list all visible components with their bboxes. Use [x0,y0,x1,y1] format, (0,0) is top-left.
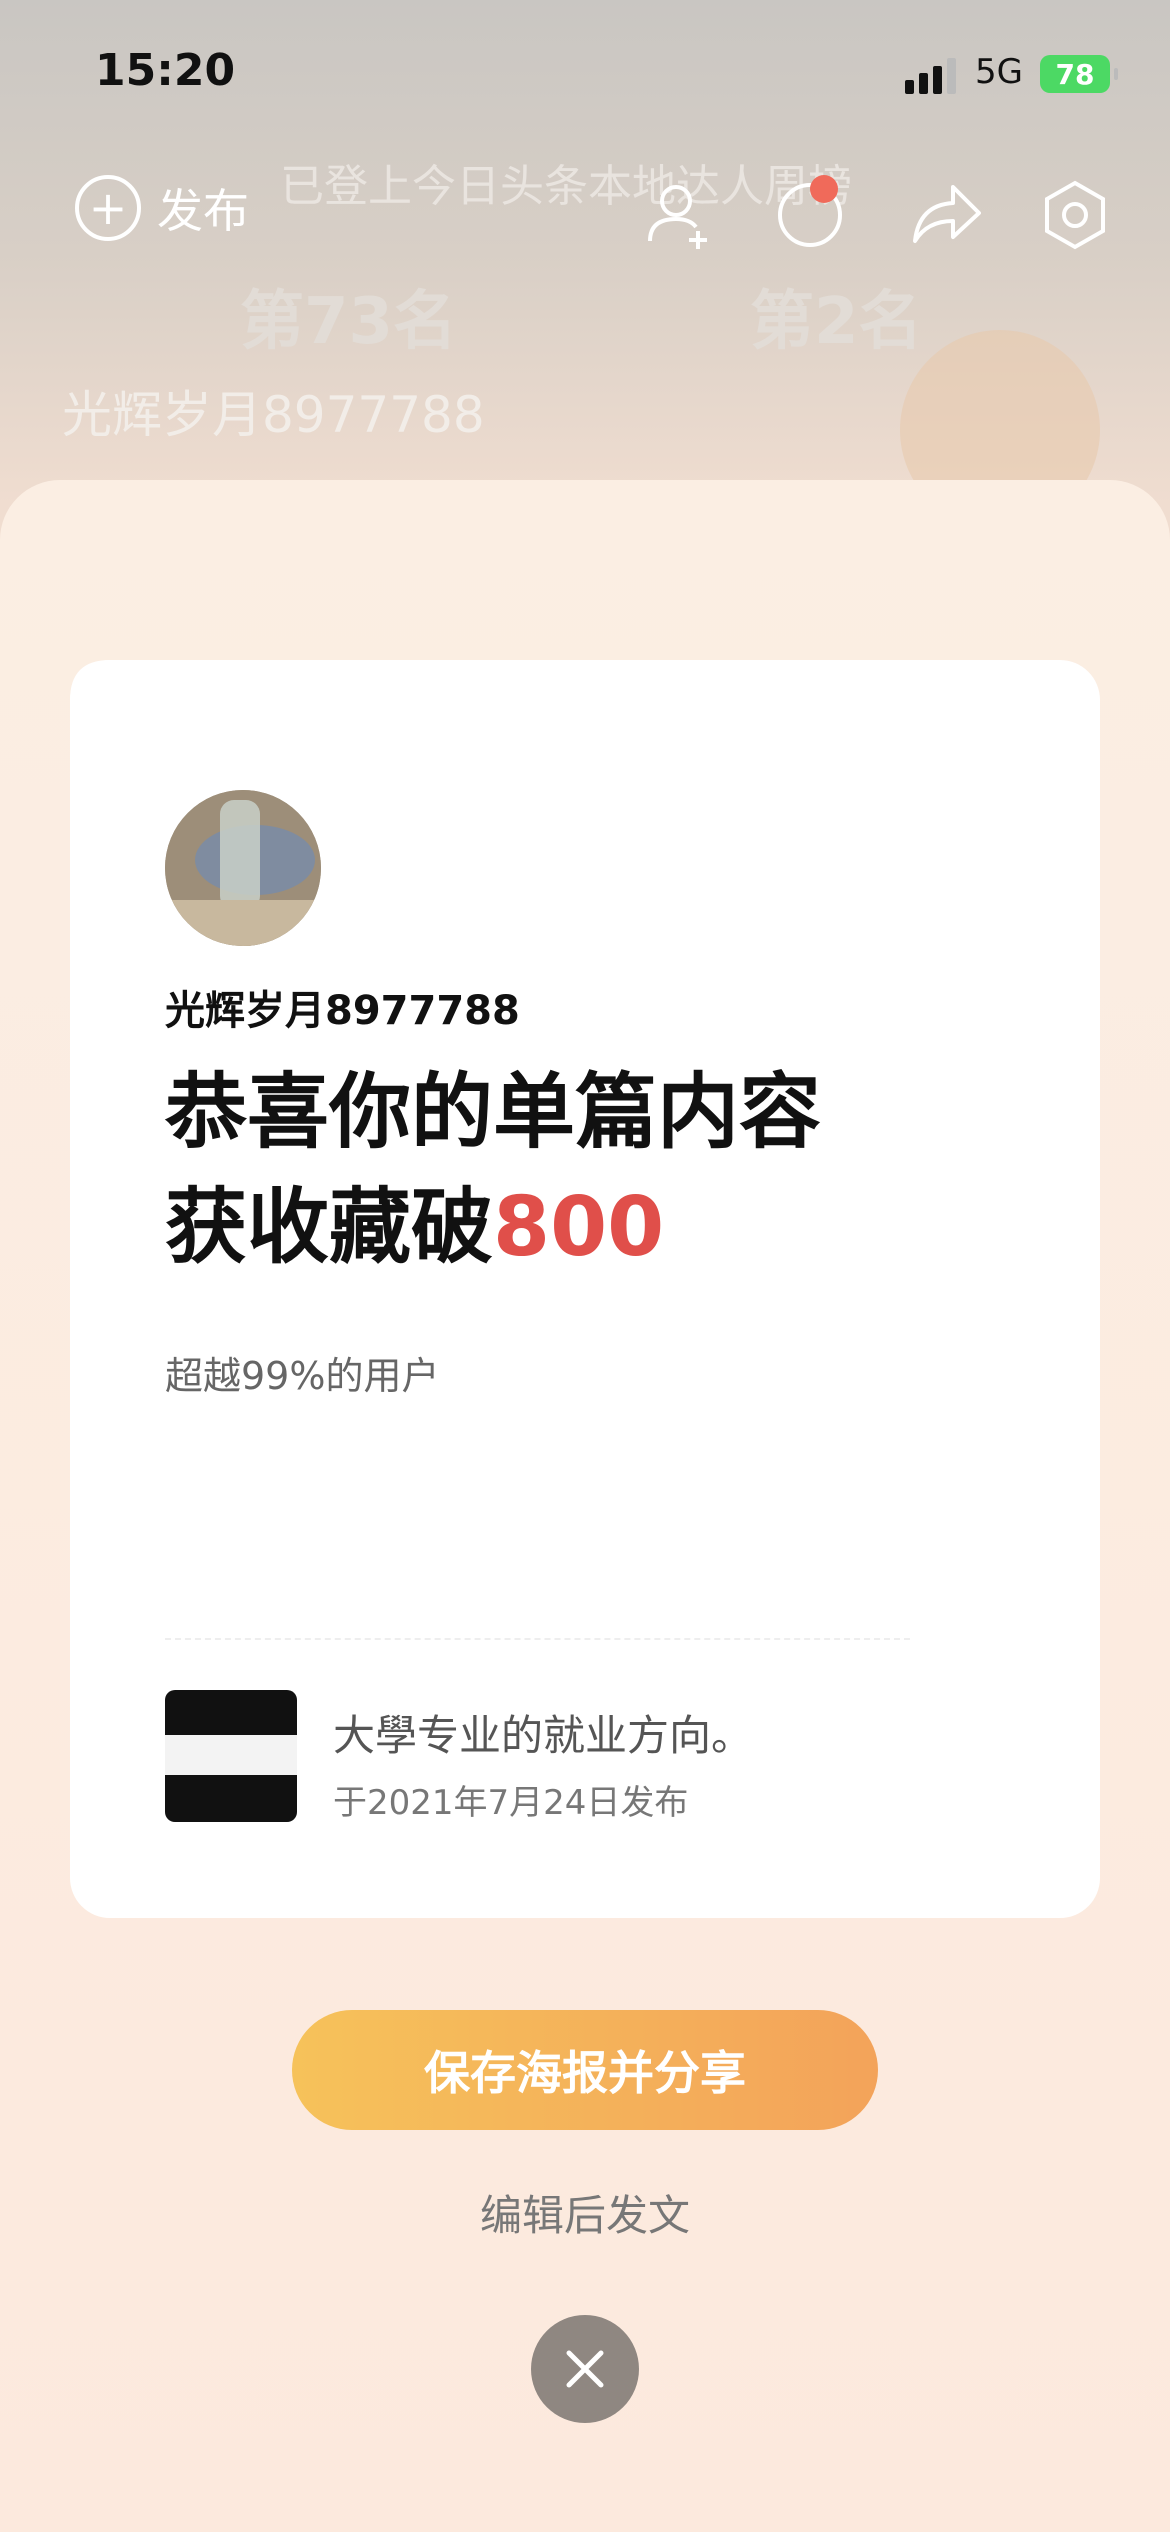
rank-right: 第2名 [750,285,923,359]
profile-username: 光辉岁月8977788 [62,386,485,444]
close-icon [566,2350,604,2388]
headline-line1: 恭喜你的单篇内容 [165,1065,822,1160]
headline-highlight: 800 [493,1180,665,1275]
headline-prefix: 获收藏破 [165,1180,494,1275]
avatar [165,790,321,946]
edit-post-link[interactable]: 编辑后发文 [0,2182,1170,2243]
article-thumbnail[interactable] [165,1690,297,1822]
card-folder-tab [70,660,550,720]
thumbnail-content [165,1735,297,1775]
publish-label: 发布 [157,184,249,238]
rank-left: 第73名 [240,285,458,359]
plus-icon: + [75,175,141,241]
avatar-photo [165,790,321,946]
beat-percentage: 超越99%的用户 [165,1354,440,1398]
publish-button[interactable]: + 发布 [75,175,249,241]
save-share-button[interactable]: 保存海报并分享 [292,2010,878,2130]
close-button[interactable] [531,2315,639,2423]
add-friend-icon[interactable] [640,175,720,255]
card-username: 光辉岁月8977788 [165,988,520,1034]
battery-level: 78 [1055,57,1095,91]
network-label: 5G [975,52,1023,92]
status-time: 15:20 [95,45,236,96]
battery-icon: 78 [1040,55,1118,93]
article-title[interactable]: 大學专业的就业方向。 [333,1702,753,1763]
share-icon[interactable] [905,175,985,255]
signal-icon [905,58,956,94]
visitor-icon[interactable] [770,175,850,255]
headline-line2: 获收藏破800 [165,1160,664,1279]
article-date: 于2021年7月24日发布 [333,1783,689,1823]
settings-icon[interactable] [1035,175,1115,255]
rank-banner: 已登上今日头条本地达人周榜 [280,161,852,212]
status-bar: 15:20 5G 78 [0,0,1170,140]
divider [165,1638,910,1640]
